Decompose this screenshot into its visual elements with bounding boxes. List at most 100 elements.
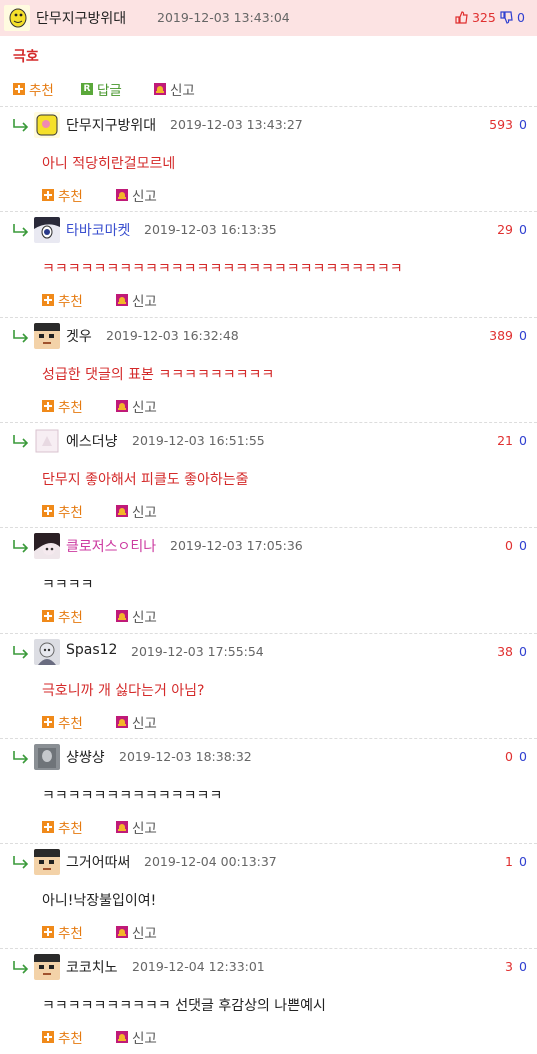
report-label: 신고 xyxy=(132,610,157,627)
recommend-button[interactable]: 추천 xyxy=(42,1027,83,1047)
report-label: 신고 xyxy=(132,820,157,837)
siren-icon xyxy=(116,820,128,833)
author-name[interactable]: 단무지구방위대 xyxy=(66,115,156,135)
comment-date: 2019-12-03 13:43:27 xyxy=(170,117,303,132)
report-label: 신고 xyxy=(132,294,157,311)
report-button[interactable]: 신고 xyxy=(116,1027,157,1047)
downvote-count[interactable]: 0 xyxy=(519,222,527,237)
reply-comment: 코코치노 2019-12-04 12:33:01 3 0 ㅋㅋㅋㅋㅋㅋㅋㅋㅋㅋ … xyxy=(0,948,537,1054)
downvote-count[interactable]: 0 xyxy=(519,328,527,343)
report-button[interactable]: 신고 xyxy=(116,606,157,626)
upvote-count[interactable]: 3 xyxy=(505,959,513,974)
avatar[interactable] xyxy=(34,533,60,560)
avatar[interactable] xyxy=(34,638,60,665)
author-name[interactable]: 에스더냥 xyxy=(66,431,118,451)
recommend-button[interactable]: 추천 xyxy=(42,501,83,521)
report-button[interactable]: 신고 xyxy=(116,185,157,205)
reply-arrow-icon xyxy=(12,329,30,343)
avatar[interactable] xyxy=(34,427,60,454)
downvote-count[interactable]: 0 xyxy=(519,117,527,132)
recommend-label: 추천 xyxy=(58,399,83,416)
report-button[interactable]: 신고 xyxy=(116,501,157,521)
avatar[interactable] xyxy=(34,743,60,770)
downvote-count[interactable]: 0 xyxy=(500,10,525,25)
avatar[interactable] xyxy=(34,217,60,244)
report-button[interactable]: 신고 xyxy=(116,922,157,942)
recommend-button[interactable]: 추천 xyxy=(42,290,83,310)
report-button[interactable]: 신고 xyxy=(116,396,157,416)
report-button[interactable]: 신고 xyxy=(154,79,195,99)
recommend-button[interactable]: 추천 xyxy=(42,817,83,837)
report-label: 신고 xyxy=(132,399,157,416)
downvote-count[interactable]: 0 xyxy=(519,433,527,448)
siren-icon xyxy=(116,399,128,412)
report-button[interactable]: 신고 xyxy=(116,290,157,310)
upvote-count[interactable]: 38 xyxy=(497,644,513,659)
recommend-button[interactable]: 추천 xyxy=(13,79,54,99)
downvote-count[interactable]: 0 xyxy=(519,644,527,659)
plus-icon xyxy=(13,83,25,95)
recommend-button[interactable]: 추천 xyxy=(42,396,83,416)
main-comment: 단무지구방위대 2019-12-03 13:43:04 325 0 극호 추천 … xyxy=(0,0,537,100)
author-name[interactable]: 겟우 xyxy=(66,326,92,346)
reply-comment: 겟우 2019-12-03 16:32:48 389 0 성급한 댓글의 표본 … xyxy=(0,316,537,423)
upvote-count[interactable]: 21 xyxy=(497,433,513,448)
reply-comment: 단무지구방위대 2019-12-03 13:43:27 593 0 아니 적당히… xyxy=(0,106,537,212)
avatar[interactable] xyxy=(34,954,60,981)
reply-comment: 클로저스ㅇ티나 2019-12-03 17:05:36 0 0 ㅋㅋㅋㅋ 추천 … xyxy=(0,527,537,633)
avatar[interactable] xyxy=(4,5,30,31)
downvote-count[interactable]: 0 xyxy=(519,538,527,553)
reply-arrow-icon xyxy=(12,855,30,869)
recommend-button[interactable]: 추천 xyxy=(42,712,83,732)
report-label: 신고 xyxy=(132,504,157,521)
author-name[interactable]: 그거어따써 xyxy=(66,852,130,872)
author-name[interactable]: Spas12 xyxy=(66,642,117,658)
author-name[interactable]: 타바코마켓 xyxy=(66,220,130,240)
plus-icon xyxy=(42,820,54,833)
report-button[interactable]: 신고 xyxy=(116,712,157,732)
reply-arrow-icon xyxy=(12,960,30,974)
comment-date: 2019-12-03 17:05:36 xyxy=(170,538,303,554)
author-name[interactable]: 클로저스ㅇ티나 xyxy=(66,536,156,556)
plus-icon xyxy=(42,294,54,307)
plus-icon xyxy=(42,399,54,412)
avatar[interactable] xyxy=(34,322,60,349)
plus-icon xyxy=(42,715,54,728)
reply-label: 답글 xyxy=(97,83,122,99)
comment-date: 2019-12-03 17:55:54 xyxy=(131,643,264,659)
reply-comment: 에스더냥 2019-12-03 16:51:55 21 0 단무지 좋아해서 피… xyxy=(0,421,537,528)
avatar[interactable] xyxy=(34,849,60,876)
upvote-count[interactable]: 389 xyxy=(489,328,513,343)
avatar[interactable] xyxy=(34,112,60,138)
downvote-count[interactable]: 0 xyxy=(519,959,527,974)
upvote-count[interactable]: 1 xyxy=(505,854,513,869)
recommend-button[interactable]: 추천 xyxy=(42,185,83,205)
siren-icon xyxy=(116,504,128,517)
upvote-count[interactable]: 29 xyxy=(497,222,513,237)
recommend-button[interactable]: 추천 xyxy=(42,606,83,626)
comment-date: 2019-12-03 16:32:48 xyxy=(106,327,239,343)
downvote-count[interactable]: 0 xyxy=(519,749,527,764)
recommend-label: 추천 xyxy=(58,715,83,732)
reply-button[interactable]: R 답글 xyxy=(81,79,122,99)
thumbs-up-icon xyxy=(455,11,468,24)
upvote-count[interactable]: 0 xyxy=(505,749,513,764)
plus-icon xyxy=(42,1031,54,1044)
siren-icon xyxy=(116,610,128,623)
comment-body: 성급한 댓글의 표본 ㅋㅋㅋㅋㅋㅋㅋㅋㅋ xyxy=(42,366,275,383)
reply-comment: 샹썅샹 2019-12-03 18:38:32 0 0 ㅋㅋㅋㅋㅋㅋㅋㅋㅋㅋㅋㅋ… xyxy=(0,737,537,844)
recommend-button[interactable]: 추천 xyxy=(42,922,83,942)
recommend-label: 추천 xyxy=(58,294,83,311)
report-button[interactable]: 신고 xyxy=(116,817,157,837)
upvote-count[interactable]: 593 xyxy=(489,117,513,132)
upvote-count[interactable]: 325 xyxy=(455,10,496,25)
author-name[interactable]: 단무지구방위대 xyxy=(36,8,126,28)
downvote-count[interactable]: 0 xyxy=(519,854,527,869)
author-name[interactable]: 코코치노 xyxy=(66,957,118,977)
siren-icon xyxy=(116,715,128,728)
upvote-value: 325 xyxy=(471,10,496,25)
author-name[interactable]: 샹썅샹 xyxy=(66,747,105,767)
comment-body: 단무지 좋아해서 피클도 좋아하는줄 xyxy=(42,471,249,488)
recommend-label: 추천 xyxy=(58,189,83,205)
upvote-count[interactable]: 0 xyxy=(505,538,513,553)
